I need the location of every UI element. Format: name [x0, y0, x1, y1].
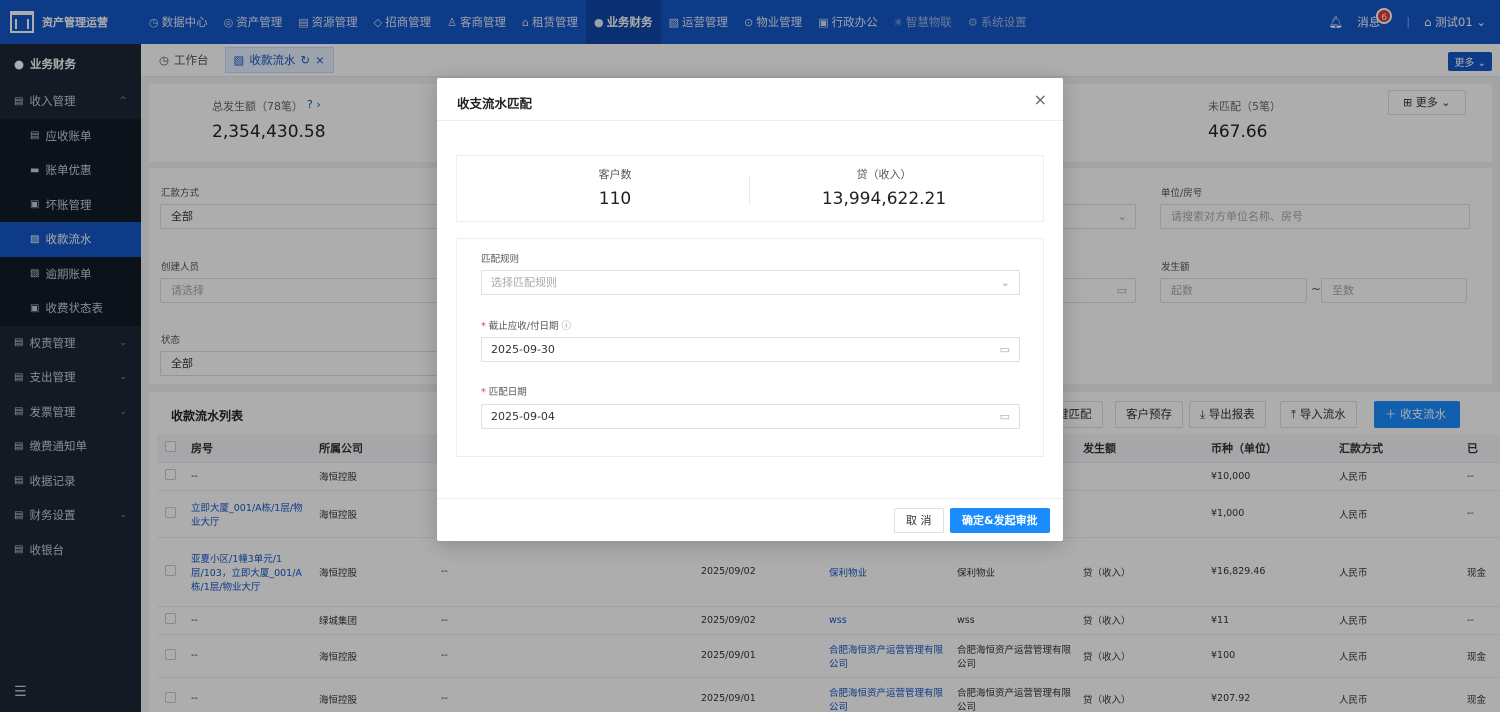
- divider: [437, 120, 1063, 121]
- close-icon[interactable]: ×: [1034, 90, 1047, 109]
- rule-label: 匹配规则: [481, 254, 520, 265]
- deadline-label-text: 截止应收/付日期: [488, 321, 559, 332]
- chevron-down-icon: ⌄: [1000, 276, 1010, 289]
- match-date-value: 2025-09-04: [491, 410, 555, 423]
- calendar-icon: ▭: [999, 410, 1010, 423]
- calendar-icon: ▭: [999, 343, 1010, 356]
- customers-value: 110: [598, 189, 632, 209]
- rule-placeholder: 选择匹配规则: [491, 276, 557, 289]
- match-date-label-text: 匹配日期: [488, 387, 527, 398]
- dialog-title: 收支流水匹配: [457, 96, 533, 111]
- confirm-approve-button[interactable]: 确定&发起审批: [950, 508, 1050, 533]
- match-date-input[interactable]: 2025-09-04 ▭: [481, 404, 1020, 429]
- match-dialog: 收支流水匹配 × 客户数 110 贷（收入） 13,994,622.21 匹配规…: [437, 78, 1063, 541]
- deadline-label: * 截止应收/付日期 ⓘ: [481, 318, 571, 332]
- deadline-date-input[interactable]: 2025-09-30 ▭: [481, 337, 1020, 362]
- rule-select[interactable]: 选择匹配规则 ⌄: [481, 270, 1020, 295]
- credit-value: 13,994,622.21: [821, 189, 947, 209]
- required-mark: *: [481, 387, 486, 398]
- match-date-label: * 匹配日期: [481, 384, 527, 398]
- cancel-button[interactable]: 取 消: [894, 508, 944, 533]
- summary-box: 客户数 110 贷（收入） 13,994,622.21: [456, 155, 1044, 222]
- customers-label: 客户数: [598, 168, 632, 181]
- credit-label: 贷（收入）: [856, 168, 912, 181]
- footer-divider: [437, 498, 1063, 499]
- required-mark: *: [481, 321, 486, 332]
- match-form: 匹配规则 选择匹配规则 ⌄ * 截止应收/付日期 ⓘ 2025-09-30 ▭ * 匹配…: [456, 238, 1044, 457]
- help-icon[interactable]: ⓘ: [561, 321, 571, 332]
- deadline-value: 2025-09-30: [491, 343, 555, 356]
